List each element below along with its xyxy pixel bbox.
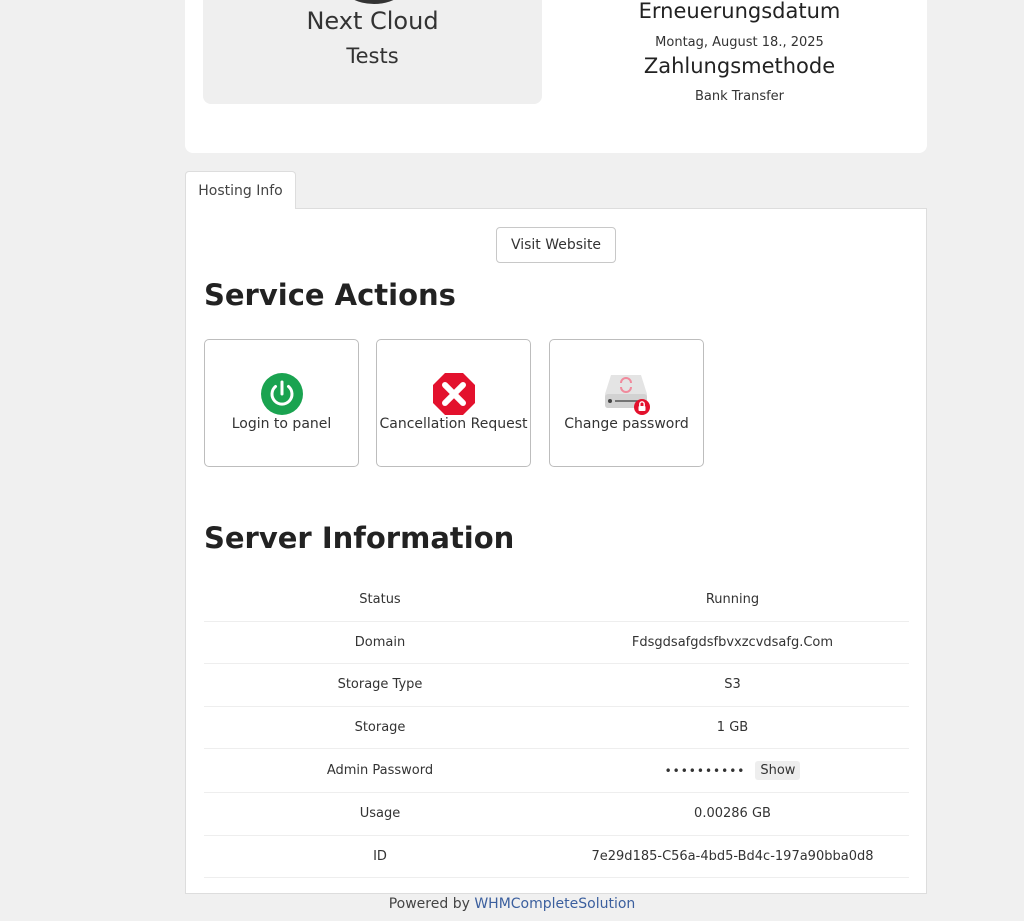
status-key: Status [359,592,401,608]
login-to-panel-label: Login to panel [231,416,332,432]
power-icon [260,373,303,415]
payment-label: Zahlungsmethode [643,54,836,78]
table-row: Domain Fdsgdsafgdsfbvxzcvdsafg.Com [204,622,909,664]
table-row: Status Running [204,579,909,622]
renewal-label: Erneuerungsdatum [638,0,841,23]
cancel-stop-icon [432,373,475,415]
id-key: ID [373,848,387,864]
hosting-info-panel: Visit Website Service Actions Login to p… [185,208,927,894]
table-row: Storage Type S3 [204,664,909,707]
product-group: Tests [346,44,399,68]
product-box: Next Cloud Tests [203,0,542,104]
cancellation-request-label: Cancellation Request [379,416,528,432]
storage-type-value: S3 [724,677,741,693]
table-row: ID 7e29d185-C56a-4bd5-Bd4c-197a90bba0d8 [204,836,909,878]
change-password-button[interactable]: Change password [549,339,704,467]
visit-website-button[interactable]: Visit Website [496,227,616,263]
renewal-date: Montag, August 18., 2025 [655,35,824,50]
change-password-label: Change password [564,416,689,432]
id-value: 7e29d185-C56a-4bd5-Bd4c-197a90bba0d8 [591,848,874,864]
login-to-panel-button[interactable]: Login to panel [204,339,359,467]
domain-value: Fdsgdsafgdsfbvxzcvdsafg.Com [631,634,834,650]
product-icon [343,0,405,4]
storage-value: 1 GB [716,719,749,735]
drive-lock-icon [604,375,650,415]
admin-password-value-cell: •••••••••• Show [556,749,909,792]
service-actions-title: Service Actions [204,278,456,312]
usage-value: 0.00286 GB [694,806,771,822]
storage-key: Storage [354,719,406,735]
footer-prefix: Powered by [388,896,470,912]
tab-hosting-info[interactable]: Hosting Info [185,171,296,209]
server-info-table: Status Running Domain Fdsgdsafgdsfbvxzcv… [204,579,909,878]
table-row: Usage 0.00286 GB [204,793,909,836]
product-name: Next Cloud [306,7,439,35]
storage-type-key: Storage Type [337,677,423,693]
cancellation-request-button[interactable]: Cancellation Request [376,339,531,467]
admin-password-masked: •••••••••• [664,763,746,778]
server-information-title: Server Information [204,521,515,555]
footer-link[interactable]: WHMCompleteSolution [474,896,635,912]
domain-key: Domain [354,634,406,650]
usage-key: Usage [359,806,401,822]
show-password-button[interactable]: Show [755,761,801,780]
status-value: Running [705,592,760,608]
product-summary-card: Next Cloud Tests Erneuerungsdatum Montag… [185,0,927,153]
table-row: Storage 1 GB [204,707,909,749]
admin-password-key: Admin Password [326,763,434,778]
payment-method: Bank Transfer [694,89,785,104]
footer: Powered by WHMCompleteSolution [0,896,1024,912]
table-row: Admin Password •••••••••• Show [204,749,909,793]
